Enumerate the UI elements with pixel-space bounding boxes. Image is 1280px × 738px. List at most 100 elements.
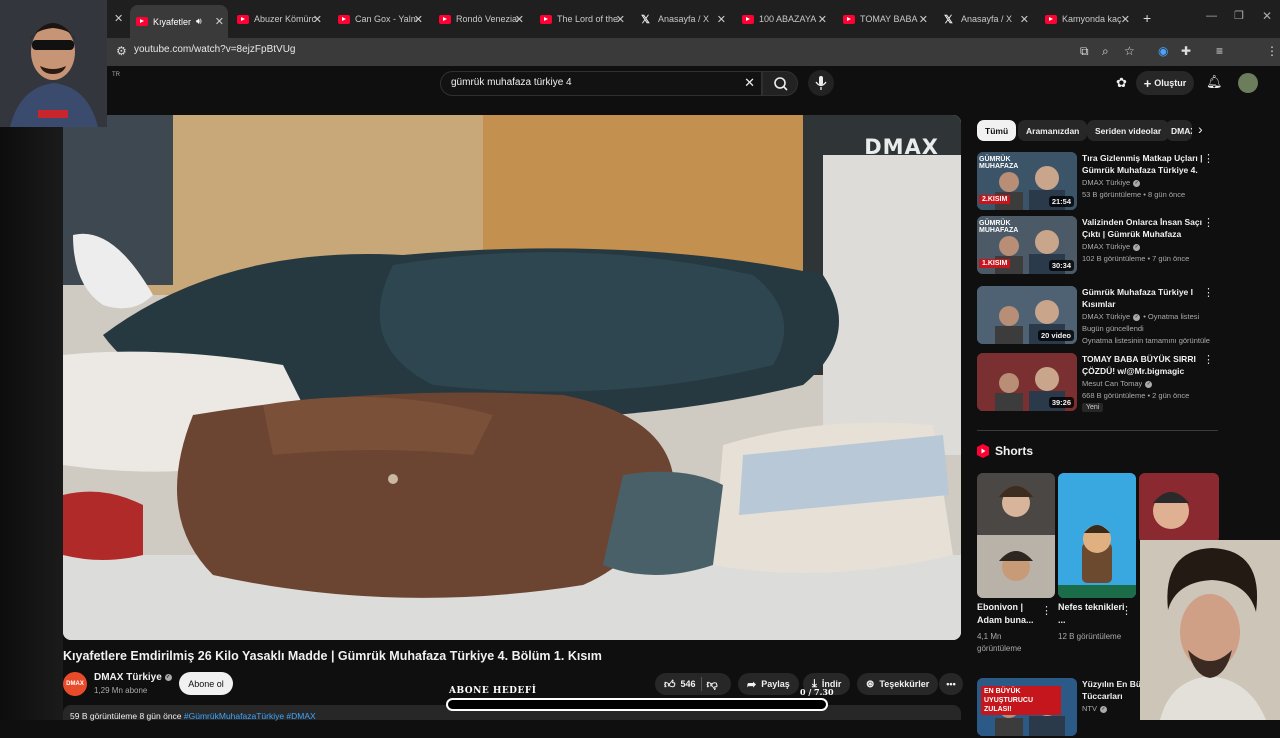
short-thumbnail-1[interactable] <box>977 473 1055 598</box>
menu-dots-icon[interactable]: ⋮ <box>1266 44 1278 58</box>
more-options-icon[interactable]: ⋮ <box>1203 216 1214 229</box>
notifications-bell-icon[interactable]: 🔔︎ <box>1206 74 1223 90</box>
plus-icon: + <box>1143 75 1152 91</box>
browser-tab-bar: ✕ Kıyafetlere Emdirilmiş🔊︎✕Abuzer Kömürc… <box>0 0 1280 38</box>
channel-avatar[interactable]: DMAX <box>63 672 87 696</box>
tab-audio-icon[interactable]: 🔊︎ <box>196 16 202 27</box>
recommendation-channel[interactable]: DMAX Türkiye ✓ <box>1082 178 1141 187</box>
chip-dmax[interactable]: DMAX <box>1166 120 1192 141</box>
recommendation-item[interactable]: GÜMRÜK MUHAFAZA 2.KISIM 21:54 Tıra Gizlenmiş… <box>977 152 1222 212</box>
maximize-icon[interactable]: ❐ <box>1234 9 1244 22</box>
more-actions-button[interactable]: ••• <box>939 673 963 695</box>
recommendation-item[interactable]: 20 video Gümrük Muhafaza Türkiye I Kısıml… <box>977 286 1222 346</box>
recommendation-thumbnail[interactable]: GÜMRÜK MUHAFAZA 2.KISIM 21:54 <box>977 152 1077 210</box>
recommendation-title[interactable]: Valizinden Onlarca İnsan Saçı Çıktı | Gü… <box>1082 216 1204 240</box>
voice-search-button[interactable] <box>808 70 834 96</box>
browser-tab-8[interactable]: TOMAY BABA ✕ <box>837 6 932 32</box>
chip-series[interactable]: Seriden videolar <box>1087 120 1170 141</box>
zoom-icon[interactable]: ⌕ <box>1102 44 1109 59</box>
recommendation-title[interactable]: TOMAY BABA BÜYÜK SIRRI ÇÖZDÜ! w/@Mr.bigm… <box>1082 353 1204 377</box>
minimize-icon[interactable]: — <box>1206 10 1217 22</box>
recommendation-item[interactable]: GÜMRÜK MUHAFAZA 1.KISIM 30:34 Valizinden Onl… <box>977 216 1222 276</box>
more-options-icon[interactable]: ⋮ <box>1203 353 1214 366</box>
clear-search-icon[interactable]: ✕ <box>744 75 755 91</box>
region-code: TR <box>112 72 120 78</box>
youtube-favicon-icon <box>1045 14 1057 24</box>
browser-tab-7[interactable]: 100 ABAZAYA ✕ <box>736 6 831 32</box>
browser-tab-4[interactable]: Rondò Veneziano✕ <box>433 6 528 32</box>
browser-tab-3[interactable]: Can Gox - Yalnızlık✕ <box>332 6 427 32</box>
tab-close-icon[interactable]: ✕ <box>616 13 625 26</box>
tab-close-icon[interactable]: ✕ <box>1020 13 1029 26</box>
tab-close-icon[interactable]: ✕ <box>1121 13 1130 26</box>
browser-tab-9[interactable]: 𝕏 Anasayfa / X ✕ <box>938 6 1033 32</box>
tab-close-icon[interactable]: ✕ <box>215 15 224 28</box>
browser-tab-6[interactable]: 𝕏 Anasayfa / X ✕ <box>635 6 730 32</box>
tab-close-icon[interactable]: ✕ <box>515 13 524 26</box>
url-field[interactable]: youtube.com/watch?v=8ejzFpBtVUg <box>134 44 295 55</box>
search-box[interactable]: gümrük muhafaza türkiye 4 ✕ <box>440 71 762 96</box>
channel-name-text: DMAX Türkiye <box>94 672 162 683</box>
recommendation-thumbnail[interactable]: 20 video <box>977 286 1077 344</box>
browser-tab-1[interactable]: Kıyafetlere Emdirilmiş 🔊︎ ✕ <box>130 5 228 38</box>
search-button[interactable] <box>762 71 798 96</box>
browser-tab-10[interactable]: Kamyonda kaç ✕ <box>1039 6 1134 32</box>
recommendation-item[interactable]: 39:26 TOMAY BABA BÜYÜK SIRRI ÇÖZDÜ! w/@Mr… <box>977 353 1222 413</box>
studio-icon[interactable]: ✿ <box>1116 75 1127 91</box>
recommendation-thumbnail[interactable]: GÜMRÜK MUHAFAZA 1.KISIM 30:34 <box>977 216 1077 274</box>
tab-close-icon[interactable]: ✕ <box>717 13 726 26</box>
share-button[interactable]: ➦ Paylaş <box>738 673 799 695</box>
short-title-2[interactable]: Nefes teknikleri ... <box>1058 601 1128 627</box>
subscribe-button[interactable]: Abone ol <box>179 672 233 695</box>
chevron-right-icon[interactable]: › <box>1198 121 1203 137</box>
section-divider <box>977 430 1218 431</box>
recommendation-title[interactable]: Gümrük Muhafaza Türkiye I Kısımlar <box>1082 286 1204 310</box>
site-info-icon[interactable]: ⚙ <box>116 44 127 58</box>
short-title-1[interactable]: Ebonivon | Adam buna... <box>977 601 1047 627</box>
short-1-menu-icon[interactable]: ⋮ <box>1041 604 1052 617</box>
account-avatar[interactable] <box>1238 73 1258 93</box>
close-icon[interactable]: ✕ <box>114 12 123 25</box>
recommendation-channel[interactable]: DMAX Türkiye ✓ • Oynatma listesi <box>1082 312 1199 321</box>
playlist-label: • Oynatma listesi <box>1143 312 1200 321</box>
youtube-header: TR gümrük muhafaza türkiye 4 ✕ ✿ + Oluşt… <box>0 66 1280 100</box>
search-input[interactable]: gümrük muhafaza türkiye 4 <box>451 77 572 88</box>
bookmark-star-icon[interactable]: ☆ <box>1124 44 1135 58</box>
short-thumbnail-2[interactable] <box>1058 473 1136 598</box>
tab-close-icon[interactable]: ✕ <box>313 13 322 26</box>
recommendation-channel[interactable]: NTV ✓ <box>1082 704 1107 713</box>
like-button[interactable]: 👍︎ 546 <box>664 678 696 691</box>
recommendation-thumbnail[interactable]: 39:26 <box>977 353 1077 411</box>
recommendation-thumbnail[interactable]: EN BÜYÜK UYUŞTURUCU ZULASI! <box>977 678 1077 736</box>
more-options-icon[interactable]: ⋮ <box>1203 152 1214 165</box>
recommendation-title[interactable]: Tıra Gizlenmiş Matkap Uçları | Gümrük Mu… <box>1082 152 1204 176</box>
create-label: Oluştur <box>1154 78 1187 88</box>
subscriber-goal-label: ABONE HEDEFİ <box>449 686 537 696</box>
short-2-menu-icon[interactable]: ⋮ <box>1121 604 1132 617</box>
browser-tab-5[interactable]: The Lord of the Rings✕ <box>534 6 629 32</box>
tab-close-icon[interactable]: ✕ <box>919 13 928 26</box>
dislike-button[interactable]: 👎︎ <box>707 678 718 691</box>
cast-icon[interactable]: ⧉ <box>1080 44 1089 59</box>
recommendation-channel[interactable]: Mesut Can Tomay ✓ <box>1082 379 1153 388</box>
browser-tab-2[interactable]: Abuzer Kömürcü ✕ <box>231 6 326 32</box>
tab-close-icon[interactable]: ✕ <box>818 13 827 26</box>
create-button[interactable]: + Oluştur <box>1136 71 1194 95</box>
recommendation-channel[interactable]: DMAX Türkiye ✓ <box>1082 242 1141 251</box>
chip-all[interactable]: Tümü <box>977 120 1017 141</box>
thanks-button[interactable]: ⊛ Teşekkürler <box>857 673 939 695</box>
audio-icon[interactable]: ◉ <box>1158 44 1168 58</box>
divider <box>700 677 702 691</box>
view-full-playlist-link[interactable]: Oynatma listesinin tamamını görüntüle <box>1082 336 1210 345</box>
new-tab-icon[interactable]: + <box>1143 10 1151 26</box>
short-thumbnail-3[interactable] <box>1139 473 1219 543</box>
more-options-icon[interactable]: ⋮ <box>1203 286 1214 299</box>
window-close-icon[interactable]: ✕ <box>1262 9 1272 23</box>
video-player[interactable]: DMAX <box>63 115 961 640</box>
chip-from-search[interactable]: Aramanızdan <box>1018 120 1088 141</box>
tab-close-icon[interactable]: ✕ <box>414 13 423 26</box>
extensions-icon[interactable]: ✚ <box>1181 44 1191 58</box>
recommendation-meta: Bugün güncellendi <box>1082 324 1144 333</box>
media-queue-icon[interactable]: ≡ <box>1216 44 1223 58</box>
channel-name[interactable]: DMAX Türkiye ✓ <box>94 672 172 683</box>
